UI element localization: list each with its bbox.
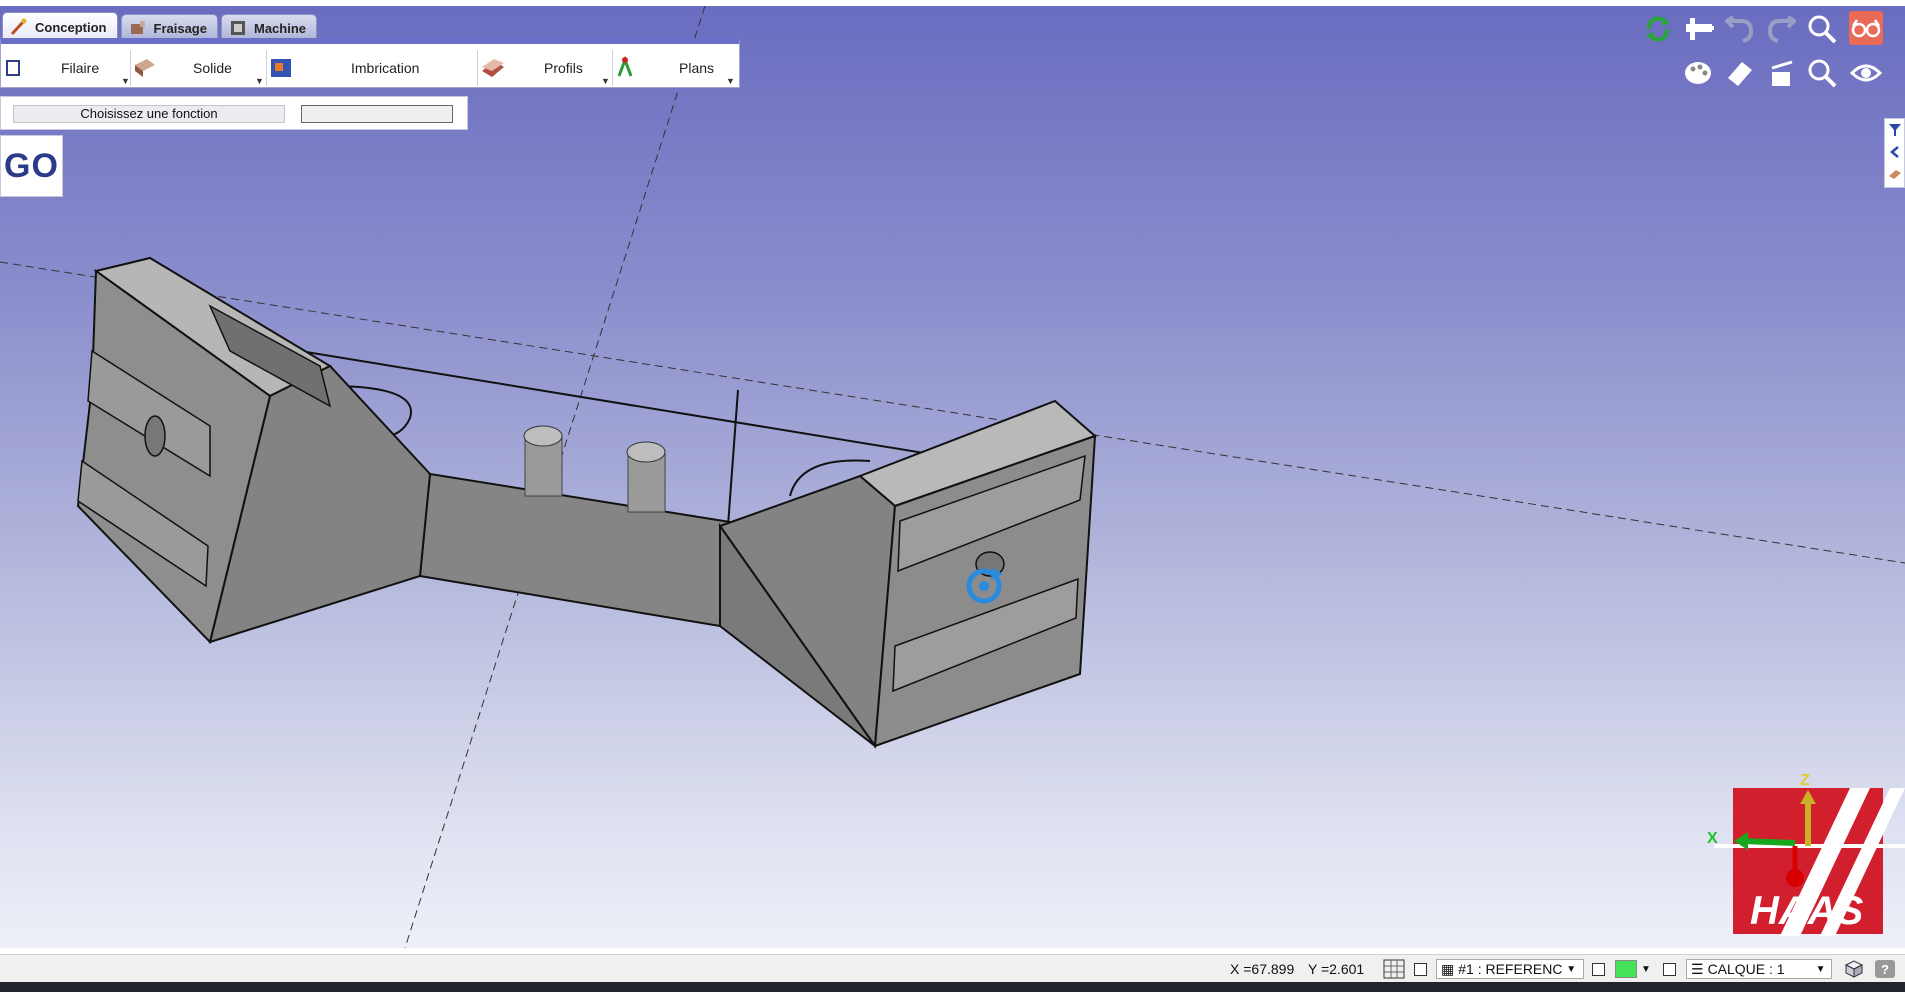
reference-icon: ▦ bbox=[1441, 960, 1455, 977]
snap-checkbox[interactable] bbox=[1414, 959, 1427, 979]
redo-icon[interactable] bbox=[1764, 12, 1798, 46]
machine-icon bbox=[230, 21, 245, 35]
measure-icon[interactable] bbox=[1683, 12, 1717, 46]
os-taskbar bbox=[0, 982, 1905, 992]
clear-icon[interactable] bbox=[1764, 56, 1798, 90]
tab-label: Machine bbox=[253, 20, 306, 36]
planes-icon bbox=[617, 56, 633, 77]
main-tabs: Conception Fraisage Machine bbox=[2, 12, 317, 41]
zoom-icon[interactable] bbox=[1805, 12, 1839, 46]
cad-model-scene: HAAS bbox=[0, 6, 1905, 948]
ribbon-label: Filaire bbox=[61, 60, 100, 76]
wireframe-icon bbox=[6, 60, 20, 76]
ribbon-plans-button[interactable]: Plans ▼ bbox=[615, 52, 735, 86]
status-bar: X =67.899 Y =2.601 ▦ #1 : REFERENC ▼ ▼ ☰ CA… bbox=[0, 954, 1905, 983]
design-wand-icon bbox=[10, 18, 27, 36]
ribbon-toolbar: Filaire ▼ Solide ▼ Imbrication Profils ▼… bbox=[0, 38, 740, 88]
view-eye-icon[interactable] bbox=[1849, 56, 1883, 90]
svg-text:HAAS: HAAS bbox=[1750, 889, 1864, 933]
go-button[interactable]: GO bbox=[0, 135, 63, 197]
x-coordinate: X =67.899 bbox=[1230, 961, 1295, 977]
profiles-icon bbox=[482, 59, 504, 77]
x-axis-label: X bbox=[1707, 830, 1718, 847]
ribbon-label[interactable]: Solide bbox=[193, 60, 232, 76]
collapse-icon[interactable] bbox=[1885, 141, 1904, 163]
chevron-down-icon: ▼ bbox=[1815, 963, 1826, 975]
grid-icon[interactable] bbox=[1383, 959, 1405, 979]
tab-conception[interactable]: Conception bbox=[2, 12, 118, 41]
ribbon-profils-button[interactable]: Profils ▼ bbox=[480, 52, 610, 86]
ribbon-filaire-button[interactable]: Filaire ▼ bbox=[5, 52, 130, 86]
reference-select[interactable]: ▦ #1 : REFERENC ▼ bbox=[1436, 959, 1584, 979]
tab-fraisage[interactable]: Fraisage bbox=[120, 14, 218, 41]
function-prompt-label: Choisissez une fonction bbox=[13, 105, 285, 123]
left-block bbox=[76, 256, 432, 644]
help-icon[interactable]: ? bbox=[1874, 959, 1896, 979]
tab-label: Fraisage bbox=[153, 20, 207, 36]
reference-value: #1 : REFERENC bbox=[1458, 961, 1563, 977]
solid-icon bbox=[135, 59, 155, 77]
view-cube-icon[interactable] bbox=[1842, 959, 1864, 979]
z-axis-label: Z bbox=[1800, 772, 1810, 789]
center-bridge bbox=[418, 472, 732, 628]
tab-machine[interactable]: Machine bbox=[220, 14, 317, 41]
glasses-icon[interactable] bbox=[1849, 11, 1883, 45]
layer-value: CALQUE : 1 bbox=[1707, 961, 1785, 977]
layer-select[interactable]: ☰ CALQUE : 1 ▼ bbox=[1686, 959, 1832, 979]
ribbon-label: Profils bbox=[544, 60, 583, 76]
chevron-down-icon: ▼ bbox=[1566, 963, 1577, 975]
function-bar: Choisissez une fonction bbox=[0, 96, 468, 130]
milling-hand-icon bbox=[130, 21, 145, 34]
color-palette-icon[interactable] bbox=[1681, 56, 1715, 90]
function-input[interactable] bbox=[301, 105, 453, 123]
cylinder-1 bbox=[523, 425, 563, 497]
ribbon-label: Plans bbox=[679, 60, 715, 76]
filter-icon[interactable] bbox=[1885, 119, 1904, 141]
cylinder-2 bbox=[626, 441, 666, 513]
3d-viewport[interactable]: HAAS X Z bbox=[0, 6, 1905, 948]
layer-checkbox[interactable] bbox=[1663, 959, 1676, 979]
svg-text:?: ? bbox=[1881, 962, 1889, 977]
side-panel-tabs bbox=[1884, 118, 1905, 188]
nesting-icon bbox=[271, 59, 291, 77]
layers-icon: ☰ bbox=[1691, 960, 1704, 977]
color-select[interactable]: ▼ bbox=[1615, 959, 1651, 979]
undo-icon[interactable] bbox=[1723, 12, 1757, 46]
eraser-icon[interactable] bbox=[1722, 56, 1756, 90]
color-checkbox[interactable] bbox=[1592, 959, 1605, 979]
material-icon[interactable] bbox=[1885, 163, 1904, 185]
right-block bbox=[718, 399, 1097, 749]
zoom-fit-icon[interactable] bbox=[1805, 56, 1839, 90]
chevron-down-icon: ▼ bbox=[1641, 963, 1651, 975]
tab-label: Conception bbox=[35, 19, 107, 35]
y-coordinate: Y =2.601 bbox=[1308, 961, 1365, 977]
ribbon-imbrication-button[interactable]: Imbrication bbox=[269, 52, 474, 84]
refresh-icon[interactable] bbox=[1641, 12, 1675, 46]
ribbon-label: Imbrication bbox=[351, 60, 420, 76]
color-swatch bbox=[1615, 960, 1637, 978]
ribbon-solide-button[interactable]: Solide ▼ bbox=[133, 52, 264, 86]
